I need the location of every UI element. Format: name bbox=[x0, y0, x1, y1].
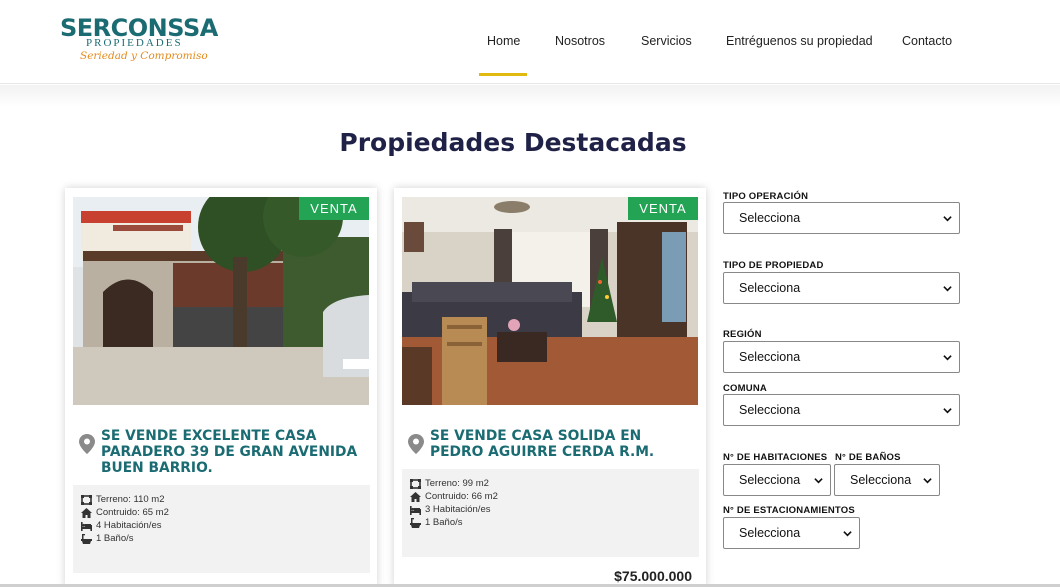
banos-select[interactable]: Selecciona bbox=[834, 464, 940, 496]
comuna-value: Selecciona bbox=[739, 403, 801, 417]
tipo-operacion-select[interactable]: Selecciona bbox=[723, 202, 960, 234]
filter-label-tipo-propiedad: TIPO DE PROPIEDAD bbox=[723, 260, 824, 271]
chevron-down-icon bbox=[814, 478, 823, 484]
spec-banos: 1 Baño/s bbox=[410, 516, 691, 529]
status-badge: VENTA bbox=[628, 197, 698, 220]
property-card[interactable]: VENTA SE VENDE EXCELENTE CASA PARADERO 3… bbox=[65, 188, 377, 587]
logo-tagline: Seriedad y Compromiso bbox=[80, 50, 208, 62]
location-pin-icon bbox=[79, 434, 95, 454]
tipo-propiedad-select[interactable]: Selecciona bbox=[723, 272, 960, 304]
spec-terreno: Terreno: 99 m2 bbox=[410, 477, 691, 490]
habitaciones-select[interactable]: Selecciona bbox=[723, 464, 831, 496]
chevron-down-icon bbox=[943, 408, 952, 414]
chevron-down-icon bbox=[943, 216, 952, 222]
comuna-select[interactable]: Selecciona bbox=[723, 394, 960, 426]
region-value: Selecciona bbox=[739, 350, 801, 364]
property-card[interactable]: VENTA SE VENDE CASA SOLIDA EN PEDRO AGUI… bbox=[394, 188, 706, 587]
chevron-down-icon bbox=[943, 286, 952, 292]
spec-terreno: Terreno: 110 m2 bbox=[81, 493, 362, 506]
spec-habitaciones-text: 4 Habitación/es bbox=[96, 520, 162, 531]
chevron-down-icon bbox=[843, 531, 852, 537]
nav-nosotros[interactable]: Nosotros bbox=[555, 34, 605, 48]
property-title[interactable]: SE VENDE CASA SOLIDA EN PEDRO AGUIRRE CE… bbox=[430, 428, 694, 460]
tipo-operacion-value: Selecciona bbox=[739, 211, 801, 225]
spec-banos-text: 1 Baño/s bbox=[96, 533, 134, 544]
spec-construido: Contruido: 66 m2 bbox=[410, 490, 691, 503]
spec-terreno-text: Terreno: 99 m2 bbox=[425, 478, 489, 489]
location-pin-icon bbox=[408, 434, 424, 454]
property-photo[interactable]: VENTA bbox=[402, 197, 698, 405]
nav-home[interactable]: Home bbox=[487, 34, 520, 48]
area-icon bbox=[410, 478, 421, 489]
spec-habitaciones-text: 3 Habitación/es bbox=[425, 504, 491, 515]
property-title[interactable]: SE VENDE EXCELENTE CASA PARADERO 39 DE G… bbox=[101, 428, 365, 476]
property-photo[interactable]: VENTA bbox=[73, 197, 369, 405]
bath-icon bbox=[410, 517, 421, 528]
property-specs: Terreno: 110 m2 Contruido: 65 m2 4 Habit… bbox=[73, 485, 370, 573]
nav-active-indicator bbox=[479, 73, 527, 76]
status-badge: VENTA bbox=[299, 197, 369, 220]
property-specs: Terreno: 99 m2 Contruido: 66 m2 3 Habita… bbox=[402, 469, 699, 557]
area-icon bbox=[81, 494, 92, 505]
estacionamientos-value: Selecciona bbox=[739, 526, 801, 540]
nav-contacto[interactable]: Contacto bbox=[902, 34, 952, 48]
filter-label-comuna: COMUNA bbox=[723, 383, 767, 394]
property-price: $75.000.000 bbox=[614, 568, 692, 584]
bed-icon bbox=[81, 521, 92, 531]
habitaciones-value: Selecciona bbox=[739, 473, 801, 487]
tipo-propiedad-value: Selecciona bbox=[739, 281, 801, 295]
home-icon bbox=[410, 491, 421, 502]
spec-terreno-text: Terreno: 110 m2 bbox=[96, 494, 165, 505]
filter-label-banos: N° DE BAÑOS bbox=[835, 452, 901, 463]
spec-construido-text: Contruido: 66 m2 bbox=[425, 491, 498, 502]
living-room-photo bbox=[402, 197, 698, 405]
nav-servicios[interactable]: Servicios bbox=[641, 34, 692, 48]
filter-label-tipo-operacion: TIPO OPERACIÓN bbox=[723, 191, 809, 202]
chevron-down-icon bbox=[943, 355, 952, 361]
logo[interactable]: SERCONSSA PROPIEDADES Seriedad y Comprom… bbox=[60, 12, 218, 72]
header-shadow-band bbox=[0, 85, 1060, 107]
region-select[interactable]: Selecciona bbox=[723, 341, 960, 373]
spec-construido: Contruido: 65 m2 bbox=[81, 506, 362, 519]
nav-entreguenos[interactable]: Entréguenos su propiedad bbox=[726, 34, 873, 48]
spec-construido-text: Contruido: 65 m2 bbox=[96, 507, 169, 518]
spec-habitaciones: 3 Habitación/es bbox=[410, 503, 691, 516]
chevron-down-icon bbox=[923, 478, 932, 484]
estacionamientos-select[interactable]: Selecciona bbox=[723, 517, 860, 549]
bath-icon bbox=[81, 533, 92, 544]
house-exterior-photo bbox=[73, 197, 369, 405]
site-header: SERCONSSA PROPIEDADES Seriedad y Comprom… bbox=[0, 0, 1060, 84]
spec-habitaciones: 4 Habitación/es bbox=[81, 519, 362, 532]
filter-label-region: REGIÓN bbox=[723, 329, 762, 340]
spec-banos-text: 1 Baño/s bbox=[425, 517, 463, 528]
filter-label-habitaciones: N° DE HABITACIONES bbox=[723, 452, 828, 463]
filter-label-estacionamientos: N° DE ESTACIONAMIENTOS bbox=[723, 505, 855, 516]
banos-value: Selecciona bbox=[850, 473, 912, 487]
bed-icon bbox=[410, 505, 421, 515]
page-title: Propiedades Destacadas bbox=[339, 128, 687, 157]
spec-banos: 1 Baño/s bbox=[81, 532, 362, 545]
home-icon bbox=[81, 507, 92, 518]
logo-sub: PROPIEDADES bbox=[86, 37, 183, 49]
